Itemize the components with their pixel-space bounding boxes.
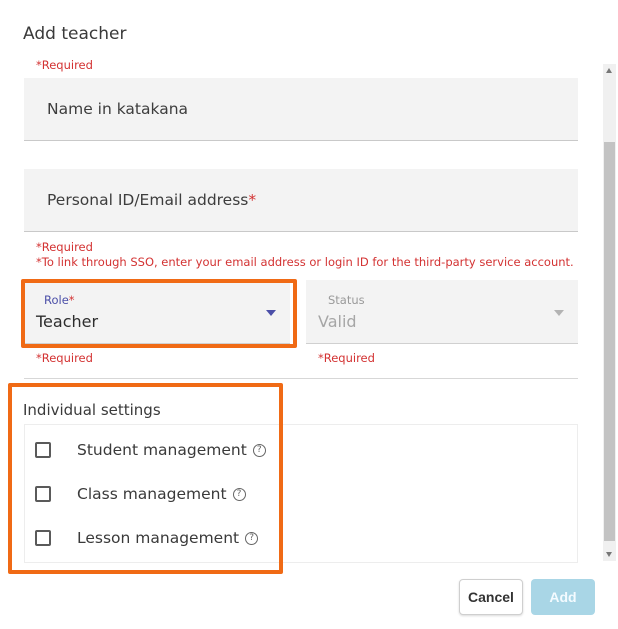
student-management-help-icon[interactable]: ? xyxy=(252,443,266,457)
add-teacher-dialog: Add teacher *Required Name in katakana P… xyxy=(0,0,618,629)
class-management-help-icon[interactable]: ? xyxy=(232,487,246,501)
status-dropdown-icon xyxy=(554,310,564,316)
scrollbar-thumb[interactable] xyxy=(604,142,615,541)
top-required-text: *Required xyxy=(36,60,93,72)
name-katakana-field[interactable]: Name in katakana xyxy=(24,78,578,141)
role-select[interactable]: Role* Teacher xyxy=(24,280,290,344)
class-management-label: Class management xyxy=(77,485,227,503)
individual-settings-title: Individual settings xyxy=(23,401,161,419)
student-management-label: Student management xyxy=(77,441,247,459)
role-value: Teacher xyxy=(36,312,99,331)
sso-note-text: *To link through SSO, enter your email a… xyxy=(36,255,574,269)
personal-id-field[interactable]: Personal ID/Email address* xyxy=(24,169,578,232)
status-required-text: *Required xyxy=(318,351,375,365)
student-management-option[interactable]: Student management ? xyxy=(35,438,266,462)
personal-id-placeholder: Personal ID/Email address* xyxy=(47,191,257,209)
lesson-management-option[interactable]: Lesson management ? xyxy=(35,526,259,550)
status-select[interactable]: Status Valid xyxy=(306,280,578,344)
add-button[interactable]: Add xyxy=(531,579,595,615)
content-scrollbar[interactable] xyxy=(603,64,616,561)
scroll-down-arrow-icon[interactable] xyxy=(606,552,612,557)
student-management-checkbox[interactable] xyxy=(35,442,51,458)
cancel-button[interactable]: Cancel xyxy=(459,579,523,615)
dialog-title: Add teacher xyxy=(23,24,127,44)
personal-id-required-text: *Required xyxy=(36,240,93,254)
lesson-management-label: Lesson management xyxy=(77,529,240,547)
name-katakana-placeholder: Name in katakana xyxy=(47,100,189,118)
class-management-option[interactable]: Class management ? xyxy=(35,482,246,506)
status-value: Valid xyxy=(318,312,357,331)
scroll-up-arrow-icon[interactable] xyxy=(606,68,612,73)
role-label: Role* xyxy=(44,293,75,307)
role-required-text: *Required xyxy=(36,351,93,365)
status-label: Status xyxy=(328,293,365,307)
class-management-checkbox[interactable] xyxy=(35,486,51,502)
section-divider xyxy=(24,378,578,379)
role-dropdown-icon xyxy=(266,310,276,316)
dialog-content: *Required Name in katakana Personal ID/E… xyxy=(0,60,603,563)
lesson-management-checkbox[interactable] xyxy=(35,530,51,546)
lesson-management-help-icon[interactable]: ? xyxy=(245,531,259,545)
